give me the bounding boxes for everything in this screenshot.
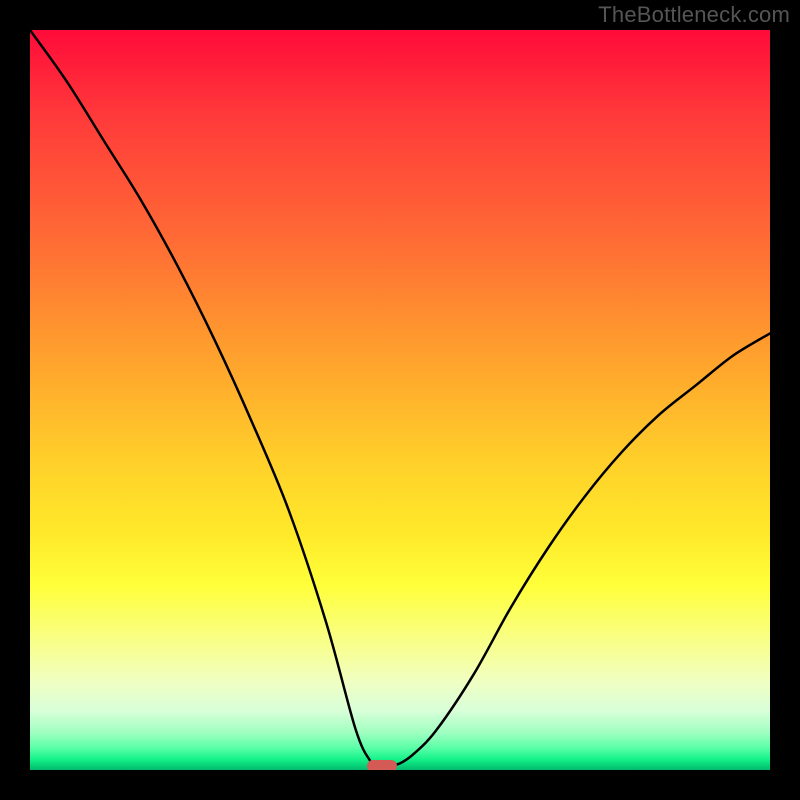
plot-area <box>30 30 770 770</box>
curve-layer <box>30 30 770 770</box>
minimum-marker <box>367 760 397 770</box>
bottleneck-curve <box>30 30 770 766</box>
watermark-text: TheBottleneck.com <box>598 2 790 28</box>
chart-frame: TheBottleneck.com <box>0 0 800 800</box>
